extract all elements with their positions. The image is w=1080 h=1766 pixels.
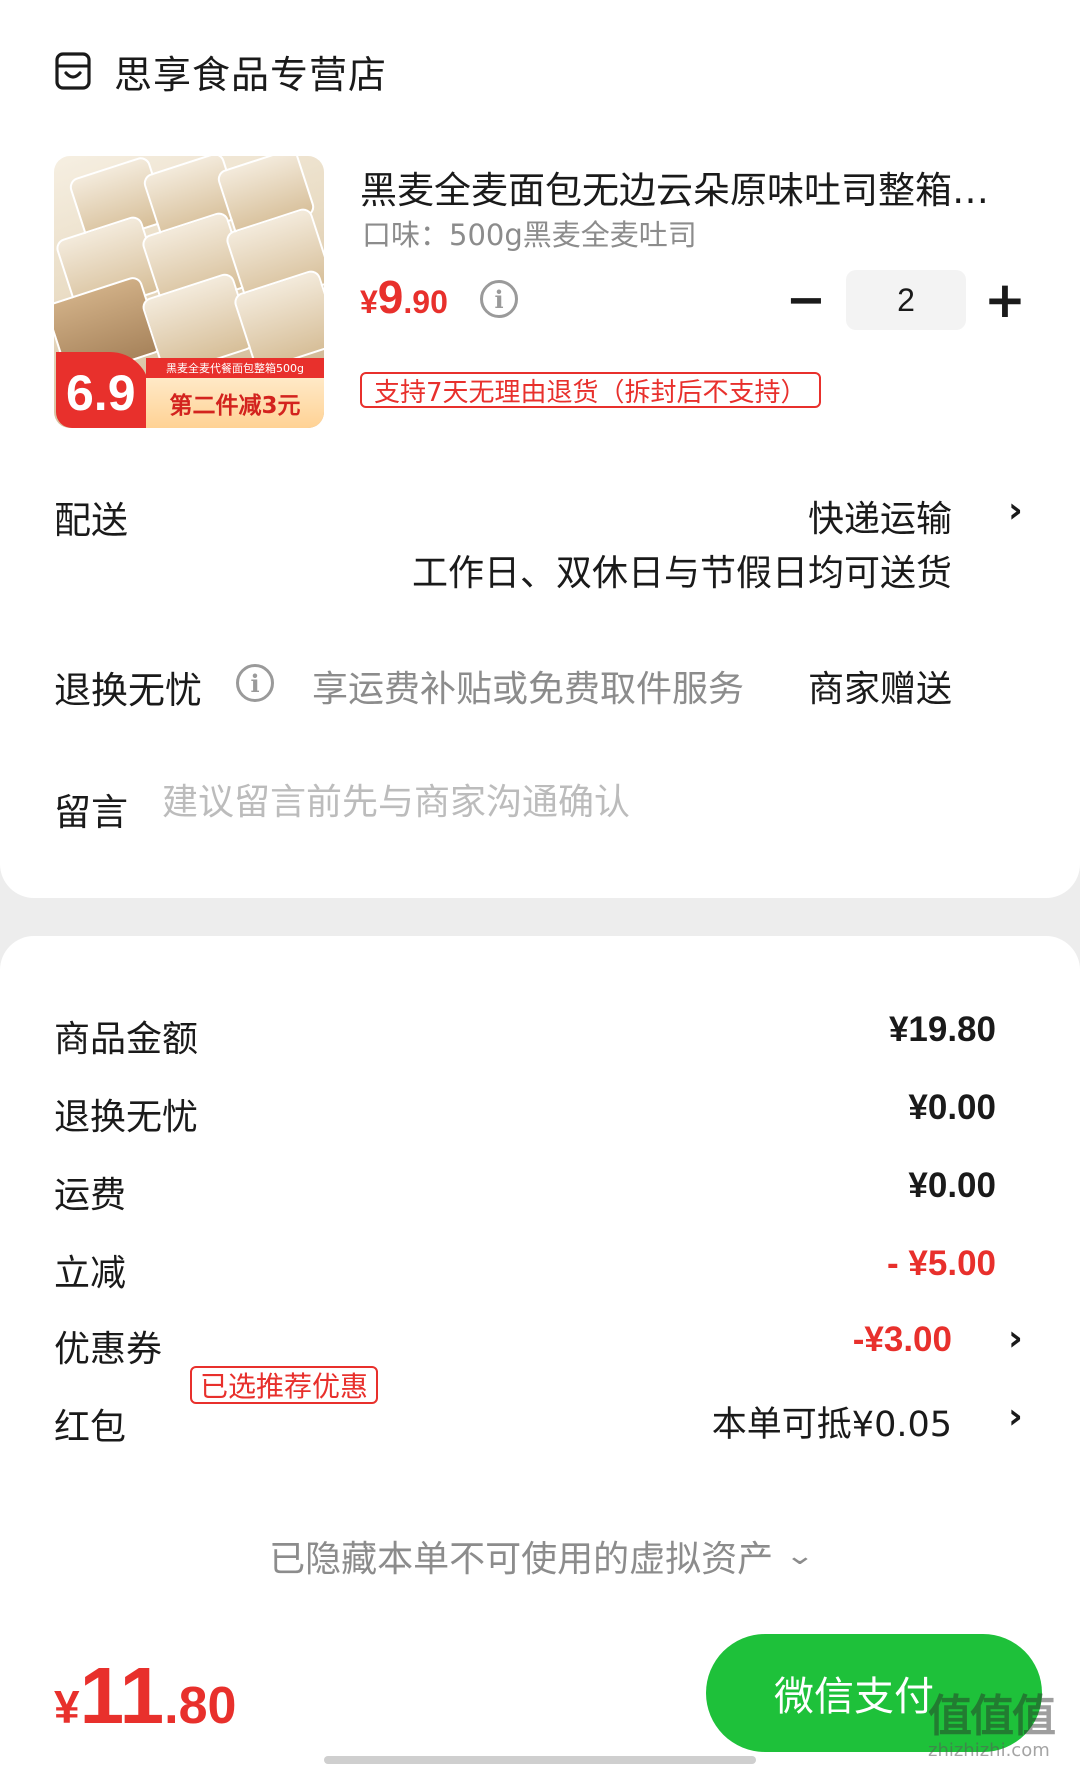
hidden-assets-text: 已隐藏本单不可使用的虚拟资产 [269, 1539, 774, 1580]
summary-label-discount: 立减 [54, 1253, 127, 1294]
order-card: 思享食品专营店 黑麦全麦代餐面包整箱500g 6.9 第二件减3元 黑麦全麦面包… [0, 0, 1080, 898]
delivery-schedule: 工作日、双休日与节假日均可送货 [411, 553, 952, 594]
total-decimal: .80 [164, 1677, 237, 1735]
summary-value-return: ¥0.00 [908, 1088, 996, 1127]
product-image[interactable]: 黑麦全麦代餐面包整箱500g 6.9 第二件减3元 [54, 156, 324, 428]
summary-value-goods: ¥19.80 [888, 1010, 996, 1049]
summary-value-discount: - ¥5.00 [887, 1244, 996, 1283]
summary-value-redpacket[interactable]: 本单可抵¥0.05 [712, 1396, 952, 1447]
price-info-icon[interactable]: i [480, 280, 518, 318]
order-total: ¥ 11 .80 [54, 1650, 236, 1742]
store-name: 思享食品专营店 [114, 52, 388, 97]
summary-label-return: 退换无忧 [54, 1097, 199, 1138]
sticker-price: 6.9 [66, 365, 136, 421]
image-strip-text: 黑麦全麦代餐面包整箱500g [146, 358, 324, 378]
summary-value-shipping: ¥0.00 [908, 1166, 996, 1205]
coupon-chevron-right-icon[interactable]: › [1008, 1318, 1023, 1359]
return-service-description: 享运费补贴或免费取件服务 [312, 669, 745, 710]
price-decimal: .90 [403, 284, 448, 320]
home-indicator[interactable] [324, 1756, 756, 1764]
product-price: ¥ 9 .90 [360, 270, 448, 324]
summary-label-shipping: 运费 [54, 1175, 127, 1216]
chevron-right-icon[interactable]: › [1008, 490, 1023, 531]
product-title[interactable]: 黑麦全麦面包无边云朵原味吐司整箱… [360, 160, 1026, 214]
total-currency: ¥ [54, 1681, 80, 1733]
quantity-value[interactable]: 2 [846, 270, 966, 330]
return-policy-tag: 支持7天无理由退货（拆封后不支持） [360, 372, 821, 408]
note-label: 留言 [54, 791, 128, 834]
return-service-provider: 商家赠送 [807, 669, 952, 710]
price-integer: 9 [377, 271, 404, 323]
price-currency: ¥ [360, 284, 378, 320]
quantity-decrease-button[interactable]: − [786, 270, 826, 330]
watermark-logo: 值值值 [928, 1691, 1056, 1742]
return-info-icon[interactable]: i [236, 664, 274, 702]
coupon-recommended-tag: 已选推荐优惠 [190, 1366, 379, 1404]
delivery-method[interactable]: 快递运输 [808, 490, 952, 542]
summary-label-goods: 商品金额 [54, 1019, 199, 1060]
redpacket-chevron-right-icon[interactable]: › [1008, 1396, 1023, 1437]
watermark: 值值值 zhizhizhi.com [928, 1680, 1056, 1761]
return-service-label: 退换无忧 [54, 669, 202, 712]
delivery-label: 配送 [54, 499, 128, 542]
note-input[interactable] [162, 782, 922, 823]
quantity-increase-button[interactable]: + [982, 270, 1028, 330]
product-spec[interactable]: 口味：500g黑麦全麦吐司 [362, 212, 697, 254]
store-icon [55, 52, 91, 90]
watermark-url: zhizhizhi.com [928, 1740, 1050, 1761]
summary-label-redpacket[interactable]: 红包 [54, 1398, 126, 1450]
image-banner: 第二件减3元 [146, 378, 324, 428]
store-header[interactable]: 思享食品专营店 [54, 44, 387, 98]
chevron-down-icon: ⌄ [784, 1541, 816, 1571]
hidden-assets-toggle[interactable]: 已隐藏本单不可使用的虚拟资产 ⌄ [0, 1530, 1080, 1582]
summary-label-coupon[interactable]: 优惠券 [54, 1320, 162, 1372]
total-integer: 11 [79, 1651, 165, 1740]
price-sticker: 6.9 [56, 352, 150, 428]
summary-value-coupon[interactable]: -¥3.00 [853, 1320, 952, 1360]
